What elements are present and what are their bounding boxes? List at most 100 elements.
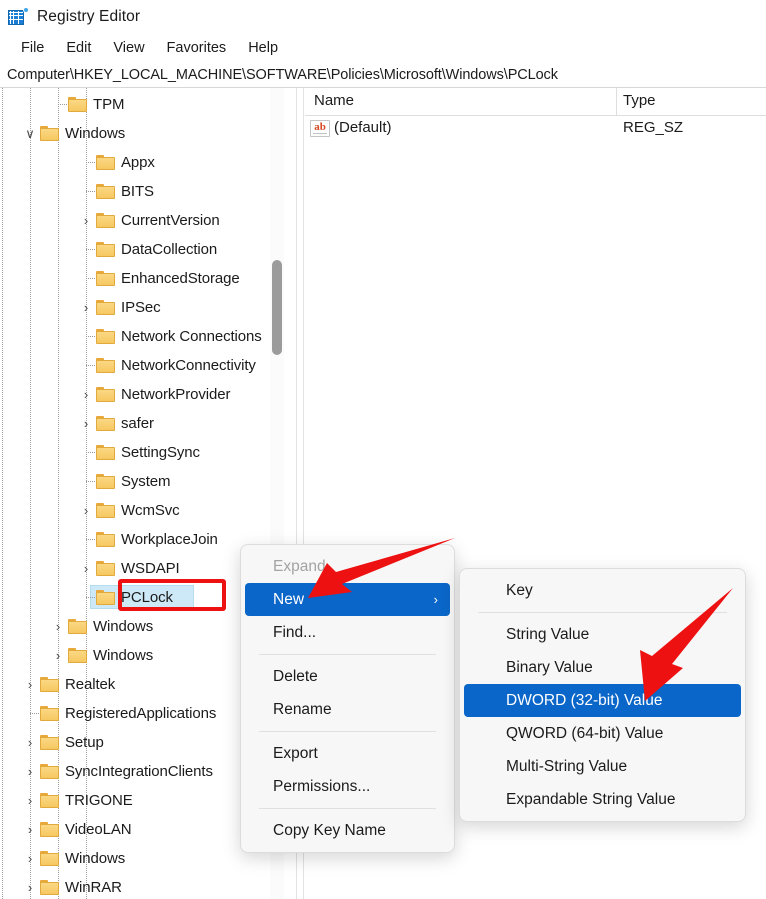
menu-item-string-value[interactable]: String Value bbox=[464, 618, 741, 651]
tree-item-winrar[interactable]: ›WinRAR bbox=[0, 873, 296, 899]
tree-item-currentversion[interactable]: ›CurrentVersion bbox=[0, 206, 296, 235]
tree-item-label: IPSec bbox=[121, 299, 161, 316]
menu-item-key[interactable]: Key bbox=[464, 574, 741, 607]
chevron-right-icon[interactable]: › bbox=[23, 765, 37, 779]
tree-item-label: Windows bbox=[65, 850, 125, 867]
new-submenu[interactable]: Key String Value Binary Value DWORD (32-bit… bbox=[459, 568, 746, 822]
menu-item-new[interactable]: New› bbox=[245, 583, 450, 616]
column-header-type[interactable]: Type bbox=[623, 92, 656, 109]
column-divider[interactable] bbox=[616, 88, 617, 116]
folder-icon bbox=[40, 822, 59, 837]
menu-item-rename[interactable]: Rename bbox=[245, 693, 450, 726]
chevron-right-icon[interactable]: › bbox=[79, 504, 93, 518]
menu-separator bbox=[478, 612, 727, 613]
tree-item-wcmsvc[interactable]: ›WcmSvc bbox=[0, 496, 296, 525]
tree-item-safer[interactable]: ›safer bbox=[0, 409, 296, 438]
tree-item-label: System bbox=[121, 473, 170, 490]
tree-item-appx[interactable]: Appx bbox=[0, 148, 296, 177]
chevron-right-icon[interactable]: › bbox=[23, 881, 37, 895]
tree-guide-tick bbox=[86, 539, 95, 540]
chevron-right-icon[interactable]: › bbox=[79, 562, 93, 576]
tree-item-system[interactable]: System bbox=[0, 467, 296, 496]
tree-item-label: TPM bbox=[93, 96, 124, 113]
value-row-default[interactable]: ab (Default) REG_SZ bbox=[305, 116, 766, 143]
menu-item-label: DWORD (32-bit) Value bbox=[506, 692, 662, 710]
menu-view[interactable]: View bbox=[102, 38, 155, 58]
tree-item-networkprovider[interactable]: › NetworkProvider bbox=[0, 380, 296, 409]
menu-item-qword-64-bit-value[interactable]: QWORD (64-bit) Value bbox=[464, 717, 741, 750]
chevron-right-icon[interactable]: › bbox=[23, 736, 37, 750]
tree-item-datacollection[interactable]: DataCollection bbox=[0, 235, 296, 264]
menu-item-export[interactable]: Export bbox=[245, 737, 450, 770]
tree-item-label: Windows bbox=[65, 125, 125, 142]
annotation-highlight-box bbox=[118, 579, 226, 611]
tree-item-label: Appx bbox=[121, 154, 155, 171]
chevron-right-icon[interactable]: › bbox=[23, 678, 37, 692]
tree-item-label: WorkplaceJoin bbox=[121, 531, 218, 548]
tree-item-label: NetworkProvider bbox=[121, 386, 230, 403]
folder-icon bbox=[40, 677, 59, 692]
folder-icon bbox=[96, 561, 115, 576]
tree-item-enhancedstorage[interactable]: EnhancedStorage bbox=[0, 264, 296, 293]
chevron-right-icon[interactable]: › bbox=[51, 649, 65, 663]
folder-icon bbox=[96, 532, 115, 547]
menu-separator bbox=[259, 731, 436, 732]
tree-item-label: SettingSync bbox=[121, 444, 200, 461]
folder-icon bbox=[68, 648, 87, 663]
tree-item-windows[interactable]: ∨ Windows bbox=[0, 119, 296, 148]
folder-icon bbox=[40, 880, 59, 895]
menu-edit[interactable]: Edit bbox=[55, 38, 102, 58]
menu-item-expandable-string-value[interactable]: Expandable String Value bbox=[464, 783, 741, 816]
chevron-right-icon[interactable]: › bbox=[79, 417, 93, 431]
tree-item-settingsync[interactable]: SettingSync bbox=[0, 438, 296, 467]
menu-item-label: Multi-String Value bbox=[506, 758, 627, 776]
tree-item-label: EnhancedStorage bbox=[121, 270, 240, 287]
tree-item-ipsec[interactable]: › IPSec bbox=[0, 293, 296, 322]
chevron-right-icon[interactable]: › bbox=[23, 794, 37, 808]
folder-icon bbox=[40, 793, 59, 808]
menu-favorites[interactable]: Favorites bbox=[156, 38, 238, 58]
menu-item-binary-value[interactable]: Binary Value bbox=[464, 651, 741, 684]
chevron-right-icon[interactable]: › bbox=[79, 214, 93, 228]
menu-item-find[interactable]: Find... bbox=[245, 616, 450, 649]
menu-item-multi-string-value[interactable]: Multi-String Value bbox=[464, 750, 741, 783]
folder-icon bbox=[96, 184, 115, 199]
chevron-down-icon[interactable]: ∨ bbox=[23, 127, 37, 141]
menu-item-permissions[interactable]: Permissions... bbox=[245, 770, 450, 803]
context-menu[interactable]: ExpandNew›Find...DeleteRenameExportPermi… bbox=[240, 544, 455, 853]
tree-item-bits[interactable]: BITS bbox=[0, 177, 296, 206]
folder-icon bbox=[96, 242, 115, 257]
menu-item-label: Key bbox=[506, 582, 533, 600]
tree-item-tpm[interactable]: TPM bbox=[0, 90, 296, 119]
address-path: Computer\HKEY_LOCAL_MACHINE\SOFTWARE\Pol… bbox=[7, 67, 558, 83]
menu-item-delete[interactable]: Delete bbox=[245, 660, 450, 693]
menu-help[interactable]: Help bbox=[237, 38, 289, 58]
menu-file[interactable]: File bbox=[10, 38, 55, 58]
tree-item-network-connections[interactable]: Network Connections bbox=[0, 322, 296, 351]
tree-item-label: DataCollection bbox=[121, 241, 217, 258]
folder-icon bbox=[68, 619, 87, 634]
chevron-right-icon[interactable]: › bbox=[23, 823, 37, 837]
tree-guide-tick bbox=[86, 597, 95, 598]
chevron-right-icon[interactable]: › bbox=[23, 852, 37, 866]
registry-editor-icon bbox=[8, 7, 28, 27]
tree-scrollbar-thumb[interactable] bbox=[272, 260, 282, 355]
tree-guide-tick bbox=[86, 481, 95, 482]
tree-guide-tick bbox=[86, 162, 95, 163]
column-header-name[interactable]: Name bbox=[314, 92, 354, 109]
menu-item-dword-32-bit-value[interactable]: DWORD (32-bit) Value bbox=[464, 684, 741, 717]
menu-separator bbox=[259, 654, 436, 655]
tree-item-label: Windows bbox=[93, 618, 153, 635]
tree-item-networkconnectivity[interactable]: NetworkConnectivity bbox=[0, 351, 296, 380]
tree-guide-tick bbox=[86, 336, 95, 337]
address-bar[interactable]: Computer\HKEY_LOCAL_MACHINE\SOFTWARE\Pol… bbox=[0, 62, 766, 88]
menu-item-copy-key-name[interactable]: Copy Key Name bbox=[245, 814, 450, 847]
chevron-right-icon[interactable]: › bbox=[79, 301, 93, 315]
folder-icon bbox=[40, 851, 59, 866]
menu-bar: File Edit View Favorites Help bbox=[0, 34, 766, 62]
menu-item-label: String Value bbox=[506, 626, 589, 644]
tree-guide-tick bbox=[86, 191, 95, 192]
chevron-right-icon[interactable]: › bbox=[51, 620, 65, 634]
tree-item-label: SyncIntegrationClients bbox=[65, 763, 213, 780]
chevron-right-icon[interactable]: › bbox=[79, 388, 93, 402]
